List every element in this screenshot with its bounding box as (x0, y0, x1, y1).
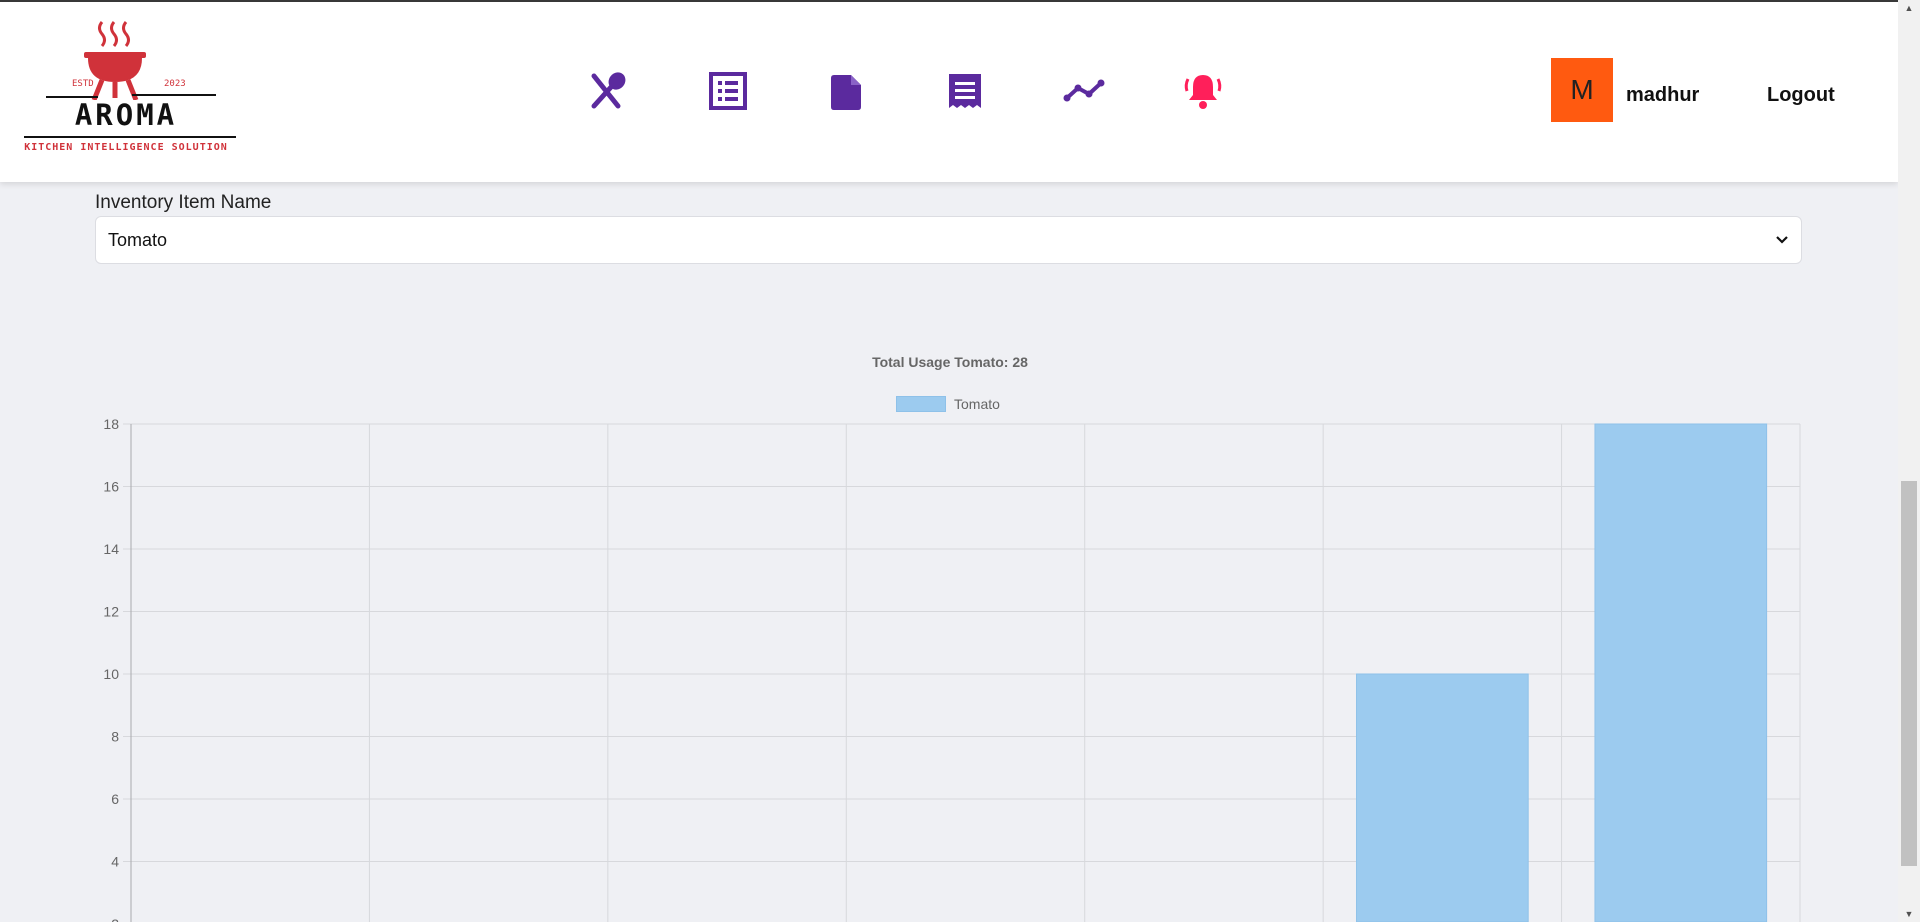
y-tick-label: 2 (111, 916, 119, 922)
y-tick-label: 6 (111, 791, 119, 807)
y-tick-label: 4 (111, 854, 119, 870)
usage-bar-chart: 2 4 6 8 10 12 14 16 18 (103, 416, 1801, 922)
bar (1356, 673, 1529, 922)
scroll-up-arrow[interactable]: ▲ (1898, 0, 1920, 16)
y-tick-label: 10 (103, 666, 119, 682)
y-tick-label: 8 (111, 729, 119, 745)
scrollbar-thumb[interactable] (1901, 481, 1917, 866)
y-tick-label: 14 (103, 541, 119, 557)
bar (1594, 423, 1768, 922)
y-tick-label: 18 (103, 416, 119, 432)
y-tick-label: 16 (103, 479, 119, 495)
y-tick-label: 12 (103, 604, 119, 620)
scroll-down-arrow[interactable]: ▼ (1898, 906, 1920, 922)
